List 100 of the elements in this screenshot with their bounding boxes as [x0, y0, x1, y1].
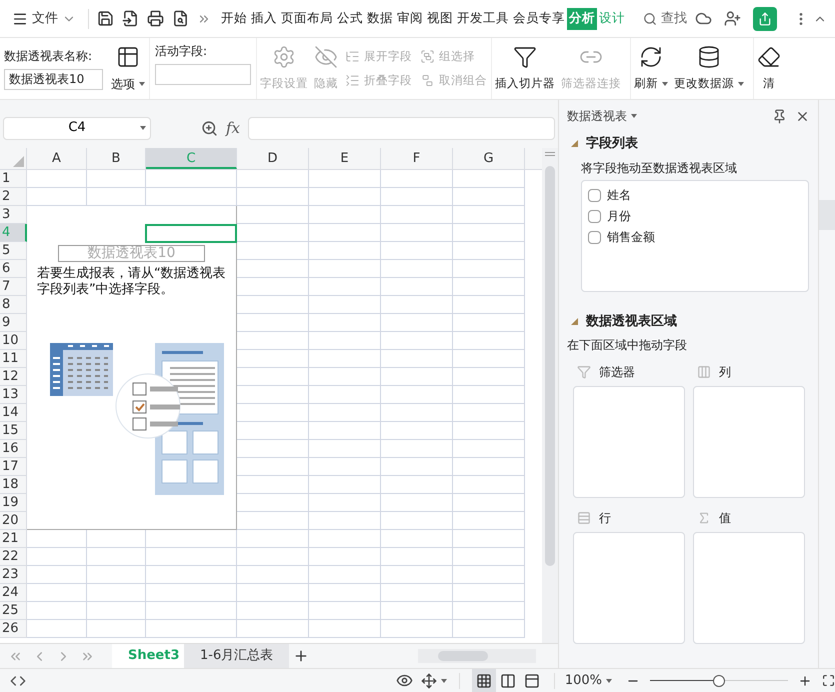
grid-cell[interactable] — [309, 260, 381, 278]
grid-cell[interactable] — [146, 548, 237, 566]
grid-cell[interactable] — [309, 332, 381, 350]
save-icon[interactable] — [97, 10, 114, 27]
grid-cell[interactable] — [309, 548, 381, 566]
grid-cell[interactable] — [309, 170, 381, 188]
name-input[interactable]: 数据透视表10 — [4, 69, 103, 90]
checkbox[interactable] — [588, 230, 601, 244]
grid-cell[interactable] — [381, 386, 453, 404]
grid-cell[interactable] — [237, 620, 309, 638]
grid-cell[interactable] — [237, 314, 309, 332]
grid-cell[interactable] — [237, 548, 309, 566]
column-header[interactable]: E — [309, 148, 381, 169]
grid-cell[interactable] — [381, 458, 453, 476]
grid-cell[interactable] — [309, 224, 381, 242]
fx-icon[interactable]: fx — [226, 116, 240, 140]
zoom-slider[interactable] — [650, 674, 788, 688]
file-menu[interactable]: 文件 — [8, 8, 80, 28]
grid-cell[interactable] — [237, 566, 309, 584]
pin-icon[interactable] — [772, 108, 787, 124]
row-header[interactable]: 22 — [0, 548, 27, 566]
grid-cell[interactable] — [453, 620, 525, 638]
grid-cell[interactable] — [453, 602, 525, 620]
row-header[interactable]: 16 — [0, 440, 27, 458]
ribbon-button[interactable]: 清 — [756, 38, 782, 99]
row-header[interactable]: 2 — [0, 188, 27, 206]
grid-cell[interactable] — [146, 188, 237, 206]
grid-cell[interactable] — [309, 242, 381, 260]
grid-cell[interactable] — [381, 314, 453, 332]
grid-cell[interactable] — [453, 440, 525, 458]
grid-cell[interactable] — [381, 188, 453, 206]
ribbon-button[interactable]: 刷新 — [633, 38, 669, 99]
checkbox[interactable] — [588, 210, 601, 222]
row-header[interactable]: 24 — [0, 584, 27, 602]
grid-cell[interactable] — [309, 494, 381, 512]
grid-cell[interactable] — [237, 440, 309, 458]
row-header[interactable]: 10 — [0, 332, 27, 350]
grid-cell[interactable] — [146, 602, 237, 620]
grid-cell[interactable] — [309, 620, 381, 638]
grid-cell[interactable] — [237, 206, 309, 224]
preview-icon[interactable] — [172, 10, 189, 27]
grid-cell[interactable] — [309, 458, 381, 476]
grid-cell[interactable] — [453, 314, 525, 332]
grid-cell[interactable] — [309, 512, 381, 530]
grid-cell[interactable] — [309, 206, 381, 224]
row-header[interactable]: 21 — [0, 530, 27, 548]
grid-cell[interactable] — [237, 584, 309, 602]
grid-cell[interactable] — [237, 494, 309, 512]
grid-cell[interactable] — [453, 404, 525, 422]
ribbon-tab[interactable]: 页面布局 — [279, 8, 335, 30]
row-header[interactable]: 9 — [0, 314, 27, 332]
row-header[interactable]: 18 — [0, 476, 27, 494]
grid-cell[interactable] — [381, 224, 453, 242]
row-header[interactable]: 26 — [0, 620, 27, 638]
grid-cell[interactable] — [381, 620, 453, 638]
grid-cell[interactable] — [453, 242, 525, 260]
drop-area[interactable] — [573, 386, 685, 498]
grid-cell[interactable] — [453, 548, 525, 566]
grid-cell[interactable] — [381, 476, 453, 494]
grid-cell[interactable] — [27, 188, 87, 206]
grid-cell[interactable] — [381, 260, 453, 278]
grid-cell[interactable] — [87, 170, 146, 188]
triangle-icon[interactable] — [571, 140, 578, 148]
drop-area[interactable] — [693, 532, 805, 644]
formula-input[interactable] — [248, 116, 555, 140]
user-plus-icon[interactable] — [724, 10, 741, 27]
name-box[interactable]: C4 — [3, 116, 151, 140]
grid-cell[interactable] — [27, 548, 87, 566]
grid-cell[interactable] — [381, 584, 453, 602]
field-item[interactable]: 姓名 — [582, 184, 808, 206]
row-header[interactable]: 15 — [0, 422, 27, 440]
row-header[interactable]: 7 — [0, 278, 27, 296]
grid-cell[interactable] — [381, 404, 453, 422]
horizontal-scrollbar[interactable] — [418, 649, 536, 663]
grid-cell[interactable] — [453, 386, 525, 404]
grid-cell[interactable] — [381, 350, 453, 368]
grid-cell[interactable] — [453, 332, 525, 350]
ribbon-tab[interactable]: 审阅 — [395, 8, 425, 30]
grid-cell[interactable] — [453, 206, 525, 224]
row-header[interactable]: 14 — [0, 404, 27, 422]
row-header[interactable]: 19 — [0, 494, 27, 512]
grid-cell[interactable] — [237, 188, 309, 206]
grid-cell[interactable] — [237, 386, 309, 404]
field-item[interactable]: 销售金额 — [582, 226, 808, 248]
vertical-scrollbar[interactable] — [542, 148, 558, 643]
grid-cell[interactable] — [453, 494, 525, 512]
grid-cell[interactable] — [27, 584, 87, 602]
grid-cell[interactable] — [381, 332, 453, 350]
grid-cell[interactable] — [309, 368, 381, 386]
drop-area[interactable] — [573, 532, 685, 644]
grid-cell[interactable] — [309, 602, 381, 620]
grid-cell[interactable] — [146, 170, 237, 188]
grid-cell[interactable] — [381, 242, 453, 260]
ribbon-tab[interactable]: 插入 — [249, 8, 279, 30]
grid-cell[interactable] — [146, 620, 237, 638]
grid-cell[interactable] — [453, 296, 525, 314]
grid-cell[interactable] — [87, 530, 146, 548]
ribbon-tab[interactable]: 数据 — [365, 8, 395, 30]
grid-cell[interactable] — [309, 530, 381, 548]
grid-cell[interactable] — [237, 296, 309, 314]
